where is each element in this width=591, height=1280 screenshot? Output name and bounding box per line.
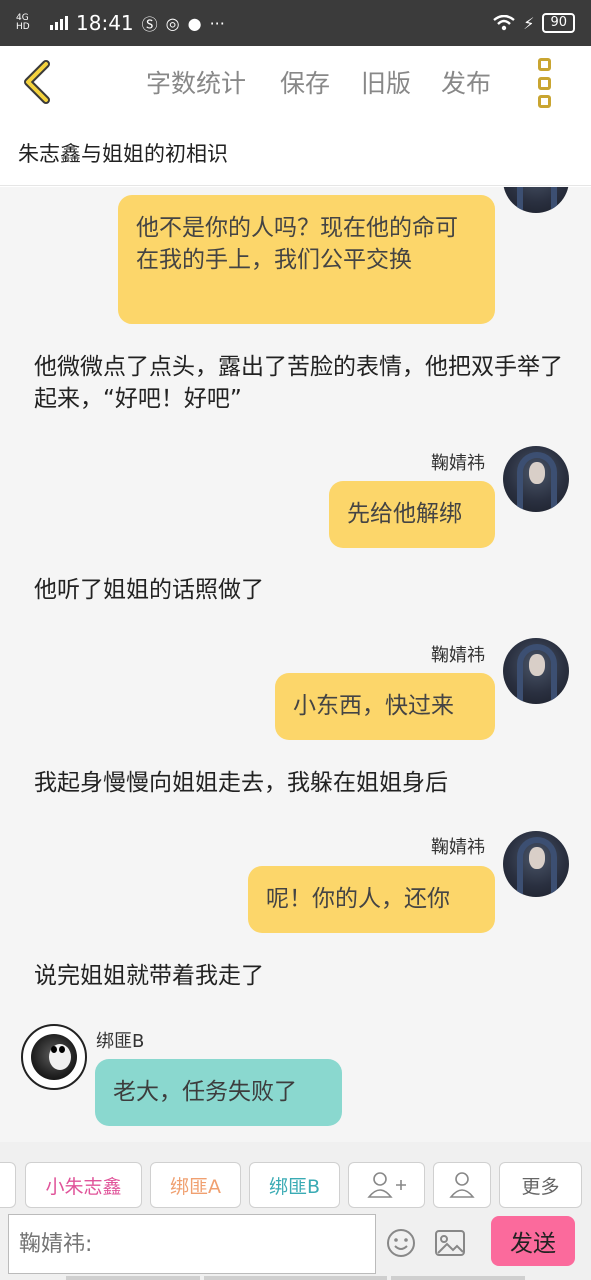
image-icon[interactable] [434,1229,466,1257]
s-app-icon: Ⓢ [141,15,158,34]
network-type: 4G HD [16,13,30,32]
avatar[interactable] [21,1024,87,1090]
composer-bar: 发送 [0,1210,591,1280]
message-input[interactable] [8,1214,376,1274]
add-person-icon [366,1172,406,1198]
send-button[interactable]: 发送 [491,1216,575,1266]
chat-content[interactable]: 他不是你的人吗？现在他的命可在我的手上，我们公平交换 他微微点了点头，露出了苦脸… [0,187,591,1142]
more-dots-icon: ··· [209,13,225,33]
story-title-bar: 朱志鑫与姐姐的初相识 [0,120,591,186]
character-chip[interactable]: 小朱志鑫 [25,1162,142,1208]
clock: 18:41 [76,11,134,35]
chat-bubble[interactable]: 他不是你的人吗？现在他的命可在我的手上，我们公平交换 [118,195,495,324]
character-chip-partial[interactable] [0,1162,16,1208]
story-title[interactable]: 朱志鑫与姐姐的初相识 [18,138,228,168]
speaker-name: 绑匪B [96,1031,145,1052]
wifi-icon [493,15,515,31]
weibo-icon: ◎ [165,13,180,33]
add-character-button[interactable] [348,1162,425,1208]
nav-hint [204,1276,387,1280]
speaker-name: 鞠婧祎 [431,645,485,666]
editor-toolbar: 字数统计 保存 旧版 发布 [0,46,591,120]
narration-text[interactable]: 他听了姐姐的话照做了 [34,574,564,606]
avatar[interactable] [503,446,569,512]
chat-bubble[interactable]: 呢！你的人，还你 [248,866,495,933]
nav-hint [66,1276,200,1280]
character-selector: 小朱志鑫 绑匪A 绑匪B 更多 [0,1142,591,1210]
chat-bubble[interactable]: 老大，任务失败了 [95,1059,342,1126]
charging-icon: ⚡ [523,13,535,33]
back-arrow-icon[interactable] [18,58,62,106]
signal-icon [50,16,68,30]
old-version-button[interactable]: 旧版 [361,64,411,100]
status-bar: 4G HD 18:41 Ⓢ ◎ ● ··· ⚡ 90 [0,0,591,46]
character-chip-label: 小朱志鑫 [45,1175,122,1198]
narration-text[interactable]: 他微微点了点头，露出了苦脸的表情，他把双手举了起来，“好吧！好吧” [34,351,564,415]
narration-text[interactable]: 我起身慢慢向姐姐走去，我躲在姐姐身后 [34,767,564,799]
character-chip-label: 绑匪A [170,1175,221,1198]
narrator-button[interactable] [433,1162,491,1208]
chat-icon: ● [187,13,202,33]
publish-button[interactable]: 发布 [441,64,491,100]
avatar[interactable] [503,638,569,704]
emoji-icon[interactable] [385,1227,417,1259]
speaker-name: 鞠婧祎 [431,453,485,474]
save-button[interactable]: 保存 [280,64,330,100]
word-count-button[interactable]: 字数统计 [146,64,246,100]
speaker-name: 鞠婧祎 [431,837,485,858]
more-button[interactable]: 更多 [499,1162,582,1208]
avatar[interactable] [503,831,569,897]
character-chip[interactable]: 绑匪A [150,1162,241,1208]
chat-bubble[interactable]: 小东西，快过来 [275,673,495,740]
more-menu-icon[interactable] [532,58,556,108]
person-icon [449,1172,475,1198]
battery-icon: 90 [542,13,575,33]
character-chip-label: 绑匪B [268,1175,321,1198]
character-chip[interactable]: 绑匪B [249,1162,340,1208]
nav-hint [391,1276,525,1280]
narration-text[interactable]: 说完姐姐就带着我走了 [34,960,564,992]
avatar[interactable] [503,187,569,213]
chat-bubble[interactable]: 先给他解绑 [329,481,495,548]
